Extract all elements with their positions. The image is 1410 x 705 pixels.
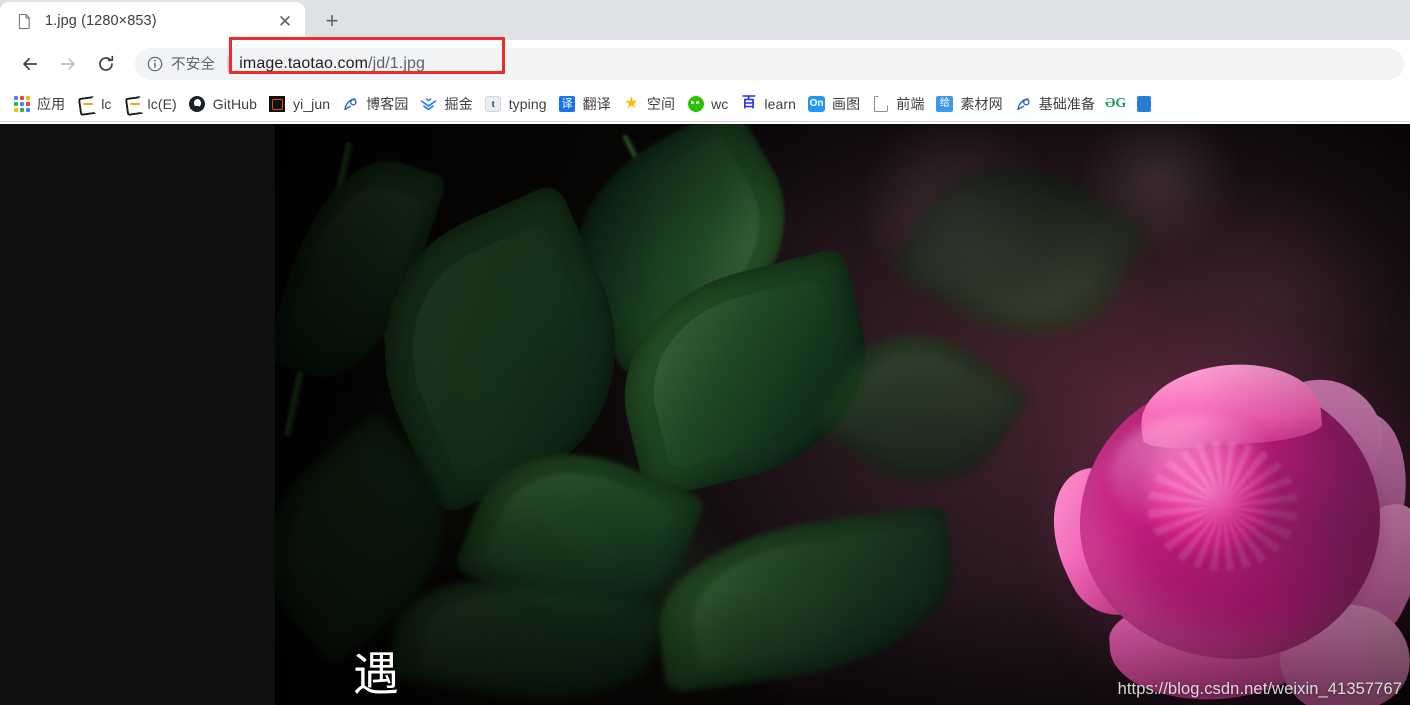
url-divider: |	[226, 54, 231, 72]
url-display[interactable]: | image.taotao.com /jd/1.jpg	[226, 55, 425, 73]
image-viewer-page: 遇 https://blog.csdn.net/weixin_41357767	[0, 124, 1410, 705]
new-tab-button[interactable]: +	[315, 4, 349, 38]
watermark-text: https://blog.csdn.net/weixin_41357767	[1117, 680, 1402, 698]
arrow-right-icon	[60, 57, 75, 70]
bookmark-github[interactable]: GitHub	[185, 91, 265, 117]
bookmark-label: lc	[101, 96, 112, 112]
cnblogs-icon	[342, 96, 359, 113]
bookmark-label: 前端	[896, 96, 925, 112]
cut-off-icon	[1135, 96, 1152, 113]
bookmark-lc-e[interactable]: lc(E)	[120, 91, 185, 117]
back-button[interactable]	[11, 45, 49, 83]
reload-button[interactable]	[87, 45, 125, 83]
bookmark-label: learn	[764, 96, 797, 112]
yijun-icon	[269, 96, 286, 113]
bookmark-label: 应用	[37, 96, 66, 112]
bookmark-translate[interactable]: 译 翻译	[555, 91, 619, 117]
bookmarks-bar: 应用 lc lc(E) GitHub yi_jun 博客园 掘金 t typin…	[0, 87, 1410, 122]
bookmark-label: 空间	[646, 96, 676, 112]
onenote-icon: On	[808, 96, 826, 113]
bookmark-jichuzhunbei[interactable]: 基础准备	[1011, 91, 1103, 117]
bookmark-label: lc(E)	[147, 96, 177, 112]
wechat-icon	[687, 96, 704, 113]
bookmark-juejin[interactable]: 掘金	[416, 91, 480, 117]
security-status-text: 不安全	[171, 57, 216, 73]
close-icon[interactable]: ✕	[273, 9, 297, 33]
bookmark-sucaiwang[interactable]: 给 素材网	[932, 91, 1010, 117]
photo-left-shadow	[275, 124, 1410, 705]
tab-title: 1.jpg (1280×853)	[45, 13, 157, 29]
bookmark-label: 博客园	[366, 96, 409, 112]
forward-button[interactable]	[49, 45, 87, 83]
leetcode-icon	[124, 96, 141, 113]
juejin-icon	[420, 96, 437, 113]
bookmark-lc[interactable]: lc	[73, 91, 119, 117]
bookmark-wc[interactable]: wc	[683, 91, 736, 117]
star-icon: ★	[624, 95, 639, 112]
bookmark-label: GitHub	[212, 96, 257, 112]
bookmark-label: typing	[508, 96, 547, 112]
browser-window: 1.jpg (1280×853) ✕ + 不安全 | image.taotao.…	[0, 0, 1410, 705]
tab-image-1jpg[interactable]: 1.jpg (1280×853) ✕	[0, 2, 305, 40]
reload-icon	[99, 55, 114, 71]
url-host: image.taotao.com	[239, 54, 369, 72]
bookmark-label: 翻译	[582, 96, 611, 112]
bookmark-huatu[interactable]: On 画图	[804, 91, 868, 117]
github-icon	[189, 96, 206, 113]
bookmark-qianduan[interactable]: 前端	[868, 91, 932, 117]
bookmark-label: 基础准备	[1038, 96, 1096, 112]
bookmark-kongjian[interactable]: ★ 空间	[619, 91, 683, 117]
bookmark-yi-jun[interactable]: yi_jun	[265, 91, 338, 117]
bookmark-label: wc	[711, 96, 729, 112]
bookmark-label: yi_jun	[292, 96, 331, 112]
arrow-left-icon	[23, 57, 38, 70]
document-icon	[872, 95, 889, 113]
overlay-character: 遇	[353, 647, 399, 701]
translate-icon: 译	[559, 96, 576, 113]
cnblogs-icon	[1015, 96, 1032, 113]
tab-strip: 1.jpg (1280×853) ✕ +	[0, 0, 1410, 40]
document-icon	[16, 13, 33, 30]
bookmark-label: 掘金	[444, 96, 473, 112]
bookmark-label: 素材网	[960, 96, 1003, 112]
bookmark-label: 画图	[832, 96, 861, 112]
bookmark-apps[interactable]: 应用	[9, 91, 73, 117]
typing-icon: t	[485, 96, 502, 113]
bookmark-typing[interactable]: t typing	[481, 91, 555, 117]
gei-icon: 给	[936, 96, 954, 113]
baidu-icon: 百	[741, 96, 756, 111]
apps-grid-icon	[13, 96, 30, 113]
dg-icon: ƏG	[1105, 96, 1127, 111]
bookmark-truncated[interactable]: ƏG	[1103, 91, 1167, 117]
bookmark-learn[interactable]: 百 learn	[736, 91, 804, 117]
photo-image-1jpg[interactable]: 遇 https://blog.csdn.net/weixin_41357767	[275, 124, 1410, 705]
info-circle-icon[interactable]	[146, 55, 164, 73]
bookmark-cnblogs[interactable]: 博客园	[338, 91, 416, 117]
omnibox[interactable]: 不安全 | image.taotao.com /jd/1.jpg	[135, 36, 1404, 80]
browser-toolbar: 不安全 | image.taotao.com /jd/1.jpg	[0, 36, 1410, 87]
url-path: /jd/1.jpg	[368, 54, 425, 72]
leetcode-icon	[77, 96, 94, 113]
